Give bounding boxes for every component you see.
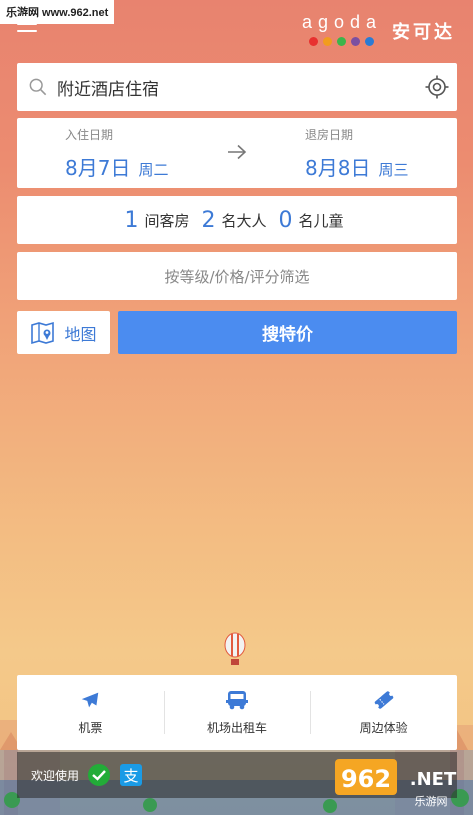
svg-text:.NET: .NET [410,769,457,790]
filter-button[interactable]: 按等级/价格/评分筛选 [17,252,457,300]
service-label: 周边体验 [359,721,408,735]
service-airport-taxi[interactable]: 机场出租车 [163,675,311,750]
service-flights[interactable]: 机票 [17,675,164,750]
brand-dots [309,37,375,46]
arrow-right-icon [228,144,247,160]
search-placeholder: 附近酒店住宿 [57,79,159,100]
svg-text:乐游网: 乐游网 [415,795,448,808]
children-label: 名儿童 [298,211,344,230]
search-button-label: 搜特价 [262,325,313,345]
locate-icon[interactable] [425,75,449,99]
adults-count: 2 [201,207,216,233]
date-selector[interactable]: 入住日期 8月7日 周二 退房日期 8月8日 周三 [17,118,457,188]
search-input[interactable]: 附近酒店住宿 [17,63,457,111]
map-icon [31,321,55,344]
brand-chinese: 安可达 [392,22,455,43]
payment-label: 欢迎使用 [31,768,80,783]
balloon-icon [224,632,246,665]
checkout-date-value: 8月8日 [305,156,371,180]
airplane-icon [82,692,99,708]
rooms-count: 1 [124,207,139,233]
checkin-label: 入住日期 [65,128,114,142]
rooms-label: 间客房 [144,211,190,230]
map-label: 地图 [64,324,97,344]
svg-text:962: 962 [341,765,391,793]
checkout-label: 退房日期 [305,128,354,142]
services-panel: 机票 机场出租车 周边体验 [17,675,457,750]
alipay-icon: 支 [120,764,143,786]
checkin-date[interactable]: 入住日期 8月7日 周二 [65,126,168,181]
watermark-bottom: 962 .NET 乐游网 [335,759,457,808]
service-label: 机场出租车 [207,721,268,735]
search-button[interactable]: 搜特价 [118,311,457,354]
wechat-pay-icon [88,764,111,786]
children-count: 0 [278,207,293,233]
map-button[interactable]: 地图 [17,311,110,354]
checkout-weekday: 周三 [378,161,409,179]
menu-icon[interactable] [17,16,37,32]
bus-icon [226,691,248,710]
search-icon [29,78,47,96]
checkout-date[interactable]: 退房日期 8月8日 周三 [305,126,408,181]
checkin-date-value: 8月7日 [65,156,131,180]
ticket-icon [374,691,393,709]
filter-label: 按等级/价格/评分筛选 [164,267,310,286]
service-label: 机票 [78,721,103,735]
checkin-weekday: 周二 [138,161,169,179]
service-experiences[interactable]: 周边体验 [310,675,457,750]
guest-selector[interactable]: 1 间客房 2 名大人 0 名儿童 [17,196,457,244]
brand-logo: agoda 安可达 [302,12,455,46]
svg-text:支: 支 [124,767,139,785]
brand-word: agoda [301,12,382,32]
adults-label: 名大人 [221,211,267,230]
